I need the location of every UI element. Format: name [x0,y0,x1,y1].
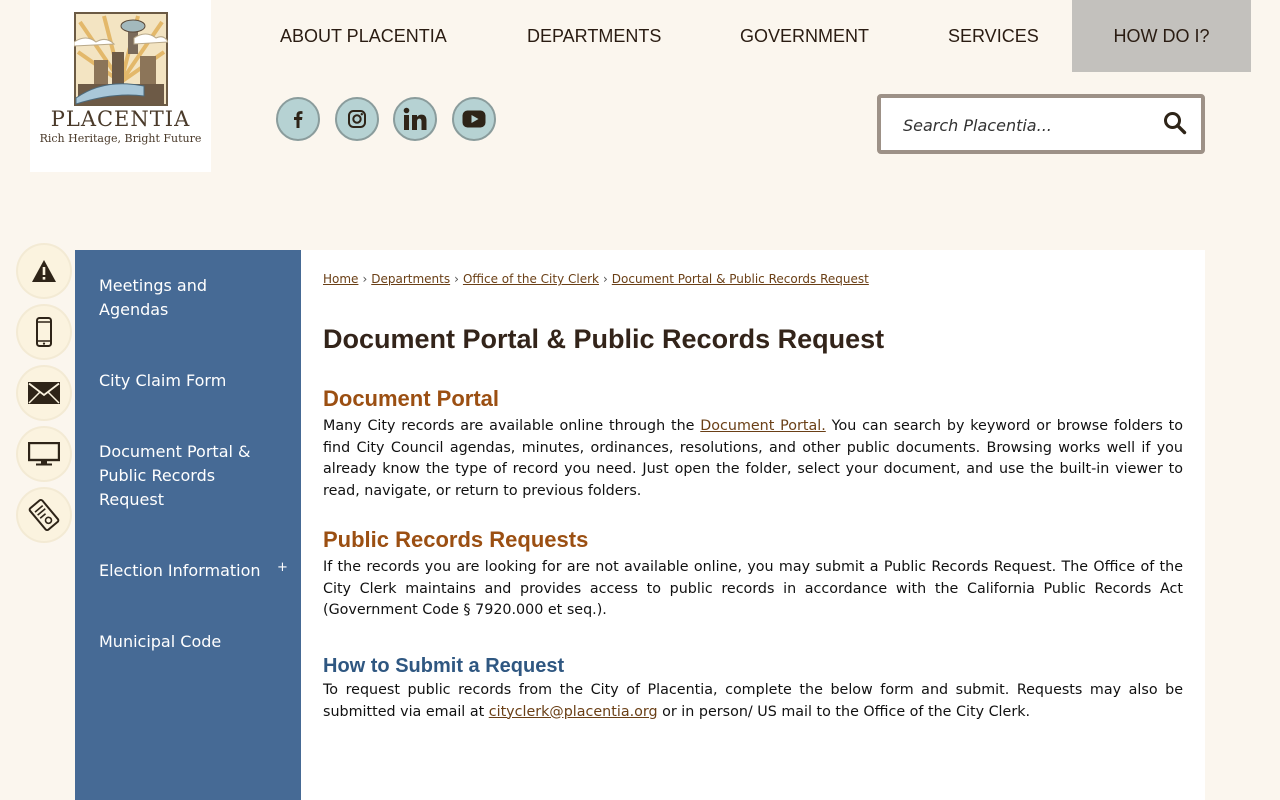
envelope-icon[interactable] [18,367,70,419]
nav-services[interactable]: SERVICES [948,0,1039,72]
city-clerk-email-link[interactable]: cityclerk@placentia.org [489,704,658,720]
expand-election-information-button[interactable]: + [277,560,288,575]
breadcrumb: Home › Departments › Office of the City Cler… [323,272,869,286]
logo-name: PLACENTIA [50,107,191,131]
sidebar-navigation: Meetings and Agendas City Claim Form Doc… [75,250,301,800]
alert-icon[interactable] [18,245,70,297]
breadcrumb-departments[interactable]: Departments [371,272,450,286]
how-to-submit-text: To request public records from the City … [323,680,1183,723]
nav-government[interactable]: GOVERNMENT [740,0,869,72]
breadcrumb-separator: › [454,272,459,286]
public-records-requests-text: If the records you are looking for are n… [323,559,1183,618]
nav-about-placentia[interactable]: ABOUT PLACENTIA [280,0,447,72]
nav-how-do-i[interactable]: HOW DO I? [1072,0,1251,72]
sidebar-item-city-claim-form[interactable]: City Claim Form [99,369,269,393]
site-search [877,94,1205,154]
document-portal-heading: Document Portal [323,386,500,411]
instagram-icon[interactable] [335,97,379,141]
breadcrumb-home[interactable]: Home [323,272,358,286]
monitor-icon[interactable] [18,428,70,480]
main-content: Home › Departments › Office of the City Cler… [301,250,1205,800]
site-logo[interactable]: PLACENTIA Rich Heritage, Bright Future [30,0,211,172]
sidebar-item-document-portal[interactable]: Document Portal & Public Records Request [99,440,269,512]
logo-illustration-icon [74,12,168,106]
logo-tagline: Rich Heritage, Bright Future [39,132,202,145]
search-button[interactable] [1163,111,1187,139]
search-input[interactable] [901,106,1145,144]
search-icon [1164,112,1187,135]
facebook-icon[interactable] [276,97,320,141]
document-portal-link[interactable]: Document Portal. [700,418,826,434]
breadcrumb-separator: › [602,272,608,286]
sidebar-item-municipal-code[interactable]: Municipal Code [99,630,269,654]
document-stamp-icon[interactable] [18,489,70,541]
public-records-requests-heading: Public Records Requests [323,527,589,552]
page-title: Document Portal & Public Records Request [323,324,885,354]
sidebar-item-meetings-and-agendas[interactable]: Meetings and Agendas [99,274,269,322]
document-portal-text: Many City records are available online t… [323,416,1183,502]
nav-departments[interactable]: DEPARTMENTS [527,0,661,72]
breadcrumb-current-page[interactable]: Document Portal & Public Records Request [612,272,869,286]
how-to-submit-heading: How to Submit a Request [323,655,565,677]
main-navigation: ABOUT PLACENTIA DEPARTMENTS GOVERNMENT S… [240,0,1251,72]
how-to-submit-text-end: or in person/ US mail to the Office of t… [657,703,1031,720]
breadcrumb-office-of-the-city-clerk[interactable]: Office of the City Clerk [463,272,599,286]
sidebar-item-election-information[interactable]: Election Information [99,559,269,583]
document-portal-text-start: Many City records are available online t… [323,418,701,434]
breadcrumb-separator: › [362,272,368,286]
youtube-icon[interactable] [452,97,496,141]
mobile-phone-icon[interactable] [18,306,70,358]
linkedin-icon[interactable] [393,97,437,141]
